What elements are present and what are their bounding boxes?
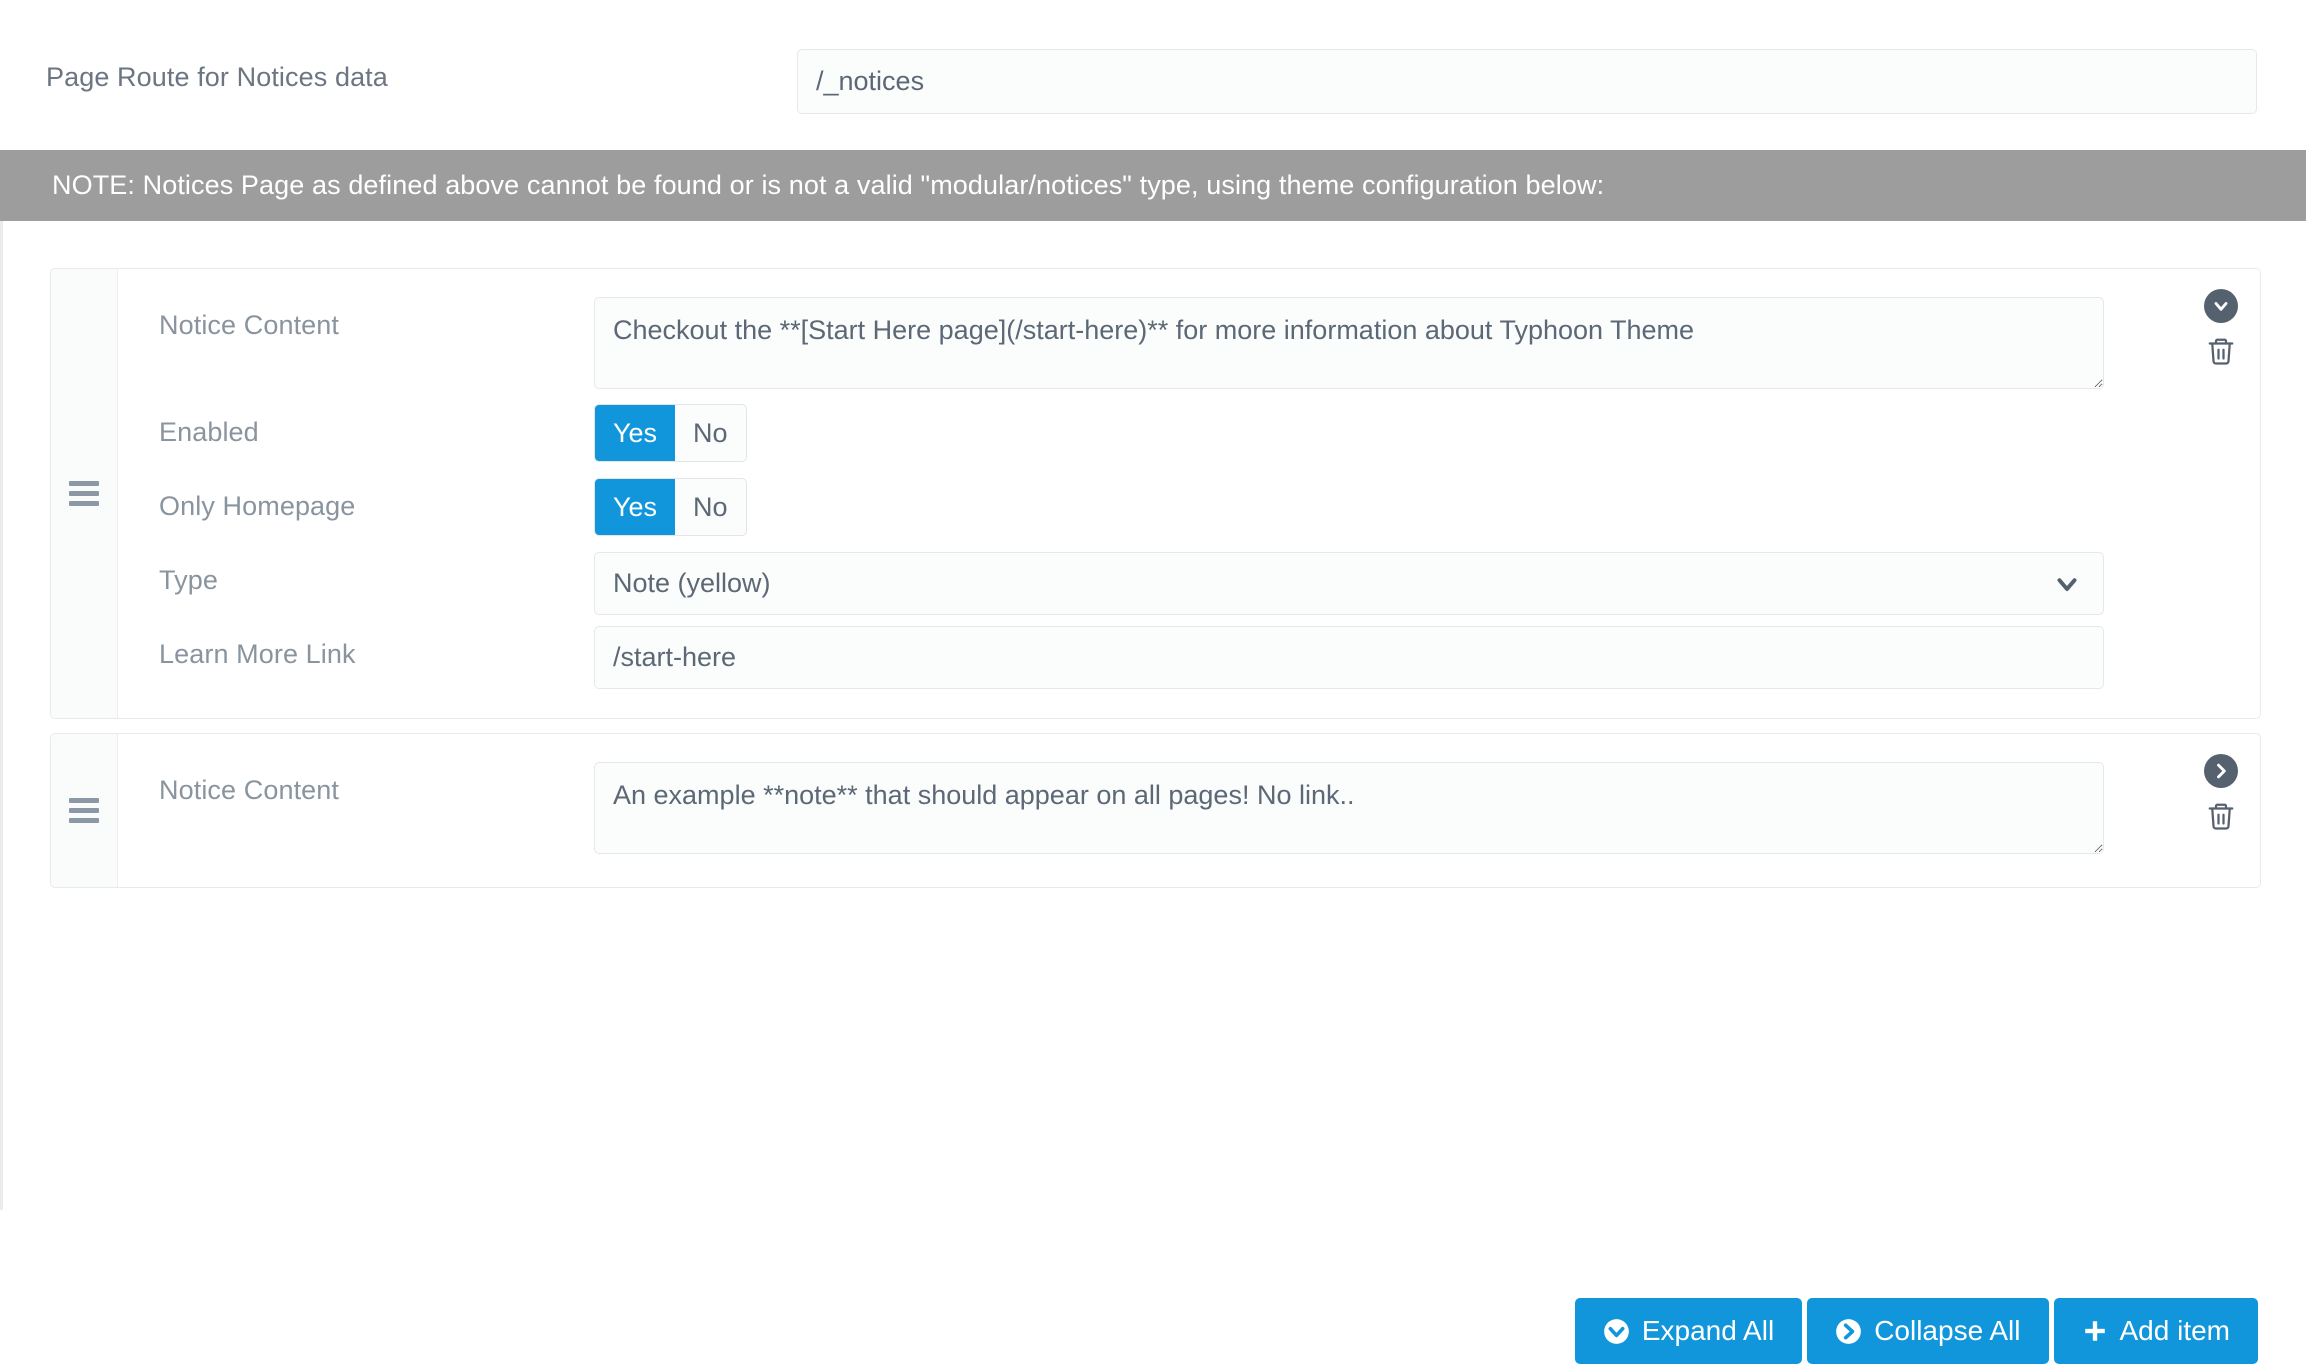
collapse-all-button[interactable]: Collapse All <box>1807 1298 2049 1364</box>
only-homepage-label: Only Homepage <box>159 491 356 521</box>
learn-more-link-label: Learn More Link <box>159 639 356 669</box>
expand-all-label: Expand All <box>1641 1315 1775 1346</box>
chevron-down-circle-icon[interactable] <box>2204 289 2238 323</box>
item-fields: Notice Content <box>118 734 2182 887</box>
only-homepage-control: Yes No <box>594 478 2182 536</box>
item-fields: Notice Content Enabled Yes No O <box>118 269 2182 718</box>
trash-icon[interactable] <box>2206 335 2236 367</box>
learn-more-link-input[interactable] <box>594 626 2104 689</box>
drag-handle-icon[interactable] <box>69 798 99 823</box>
field-type: Type Note (yellow) <box>118 552 2182 616</box>
collapse-all-label: Collapse All <box>1874 1315 2021 1346</box>
drag-handle-icon[interactable] <box>69 481 99 506</box>
page-route-label: Page Route for Notices data <box>46 62 388 92</box>
enabled-label: Enabled <box>159 417 259 447</box>
page-route-row: Page Route for Notices data <box>0 0 2306 148</box>
notice-content-control <box>594 297 2182 394</box>
learn-more-link-control <box>594 626 2182 689</box>
field-learn-more-link: Learn More Link <box>118 626 2182 690</box>
notices-list: Notice Content Enabled Yes No O <box>50 268 2261 888</box>
add-item-label: Add item <box>2119 1315 2231 1346</box>
page-route-input[interactable] <box>797 49 2257 114</box>
notice-content-textarea[interactable] <box>594 297 2104 389</box>
enabled-toggle-group: Yes No <box>594 404 747 462</box>
collapse-all-icon <box>1835 1318 1862 1345</box>
item-actions <box>2182 269 2260 718</box>
notice-content-label: Notice Content <box>159 775 339 805</box>
notice-content-textarea[interactable] <box>594 762 2104 854</box>
note-banner-text: NOTE: Notices Page as defined above cann… <box>52 170 1605 200</box>
plus-icon <box>2082 1318 2108 1344</box>
item-actions <box>2182 734 2260 887</box>
enabled-no-button[interactable]: No <box>675 405 746 461</box>
only-homepage-toggle-group: Yes No <box>594 478 747 536</box>
notice-content-control <box>594 762 2182 859</box>
only-homepage-yes-button[interactable]: Yes <box>595 479 676 535</box>
list-item: Notice Content <box>50 733 2261 888</box>
expand-all-icon <box>1603 1318 1630 1345</box>
field-notice-content: Notice Content <box>118 762 2182 859</box>
add-item-button[interactable]: Add item <box>2053 1298 2258 1364</box>
type-select[interactable]: Note (yellow) <box>594 552 2104 615</box>
enabled-control: Yes No <box>594 404 2182 462</box>
notice-content-label: Notice Content <box>159 310 339 340</box>
list-action-bar: Expand All Collapse All Add item <box>1574 1298 2258 1364</box>
chevron-right-circle-icon[interactable] <box>2204 754 2238 788</box>
type-label: Type <box>159 565 218 595</box>
drag-handle-cell[interactable] <box>51 269 118 718</box>
enabled-yes-button[interactable]: Yes <box>595 405 676 461</box>
field-only-homepage: Only Homepage Yes No <box>118 478 2182 542</box>
only-homepage-no-button[interactable]: No <box>675 479 746 535</box>
list-item: Notice Content Enabled Yes No O <box>50 268 2261 719</box>
trash-icon[interactable] <box>2206 800 2236 832</box>
expand-all-button[interactable]: Expand All <box>1574 1298 1803 1364</box>
field-notice-content: Notice Content <box>118 297 2182 394</box>
type-select-wrap: Note (yellow) <box>594 552 2104 615</box>
note-banner: NOTE: Notices Page as defined above cann… <box>0 150 2306 221</box>
field-enabled: Enabled Yes No <box>118 404 2182 468</box>
type-control: Note (yellow) <box>594 552 2182 615</box>
drag-handle-cell[interactable] <box>51 734 118 887</box>
notices-panel: Notice Content Enabled Yes No O <box>0 221 2306 1364</box>
